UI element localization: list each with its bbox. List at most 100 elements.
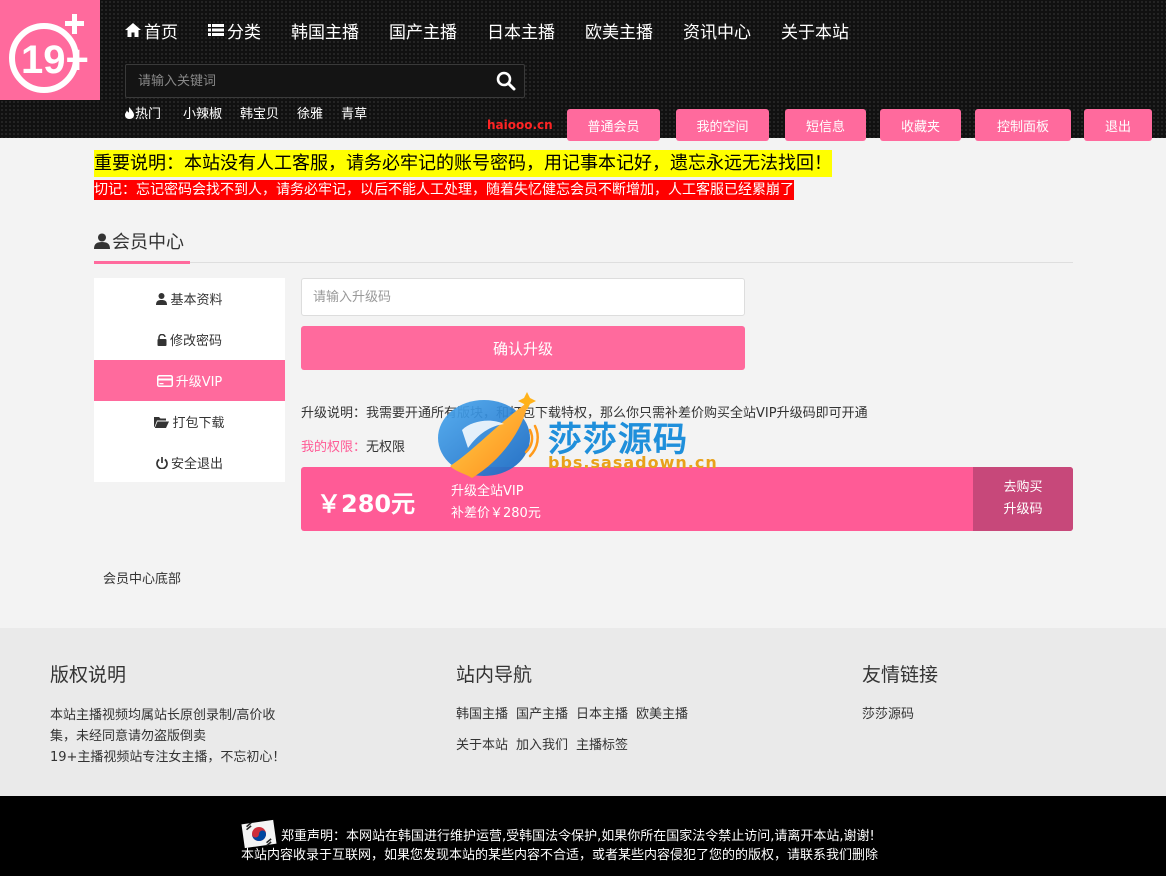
watermark-url: bbs.sasadown.cn: [548, 453, 718, 472]
sidebar-item-label: 打包下载: [172, 416, 225, 431]
nav-category-label: 分类: [227, 22, 261, 43]
title-divider: [94, 262, 1073, 263]
disclaimer-text-1: 郑重声明：本网站在韩国进行维护运营,受韩国法令保护,如果你所在国家法令禁止访问,…: [281, 828, 875, 844]
footer-link[interactable]: 主播标签: [576, 736, 628, 767]
sidebar-item-password[interactable]: 修改密码: [94, 319, 285, 360]
nav-korean[interactable]: 韩国主播: [291, 18, 359, 43]
site-footer: 版权说明 本站主播视频均属站长原创录制/高价收集，未经同意请勿盗版倒卖 19+主…: [0, 628, 1166, 796]
member-center-title-text: 会员中心: [112, 232, 184, 253]
permission-value: 无权限: [366, 440, 406, 455]
nav-category[interactable]: 分类: [208, 18, 261, 43]
regular-member-button[interactable]: 普通会员: [567, 109, 660, 141]
footer-friend-links: 友情链接 莎莎源码: [862, 660, 1132, 736]
confirm-upgrade-button[interactable]: 确认升级: [301, 326, 745, 370]
hot-tag[interactable]: 小辣椒: [183, 103, 222, 122]
user-icon: [94, 233, 110, 249]
disclaimer-bar: 郑重声明：本网站在韩国进行维护运营,受韩国法令保护,如果你所在国家法令禁止访问,…: [0, 796, 1166, 876]
sidebar-item-label: 修改密码: [169, 334, 222, 349]
control-panel-button[interactable]: 控制面板: [975, 109, 1071, 141]
nav-about-label: 关于本站: [781, 22, 849, 43]
nav-western-label: 欧美主播: [585, 22, 653, 43]
logo-text: 19+: [21, 38, 89, 82]
upgrade-code-input[interactable]: [301, 278, 745, 316]
member-sidebar: 基本资料 修改密码 升级VIP 打包下载 安全退出: [94, 278, 285, 482]
logo-19plus-icon: 19+: [9, 14, 89, 93]
user-icon: [156, 292, 168, 305]
vip-price-difference: 补差价￥280元: [451, 506, 541, 521]
buy-upgrade-code-button[interactable]: 去购买 升级码: [973, 467, 1073, 531]
nav-home-label: 首页: [144, 22, 178, 43]
messages-button[interactable]: 短信息: [785, 109, 866, 141]
footer-link[interactable]: 韩国主播: [456, 705, 508, 736]
nav-japanese[interactable]: 日本主播: [487, 18, 555, 43]
fire-icon: [125, 106, 134, 119]
sidebar-item-profile[interactable]: 基本资料: [94, 278, 285, 319]
home-icon: [125, 23, 141, 37]
footer-link[interactable]: 日本主播: [576, 705, 628, 736]
hot-tag[interactable]: 青草: [341, 103, 367, 122]
list-icon: [208, 24, 224, 36]
footer-friends-title: 友情链接: [862, 664, 939, 686]
sidebar-item-label: 安全退出: [170, 457, 223, 472]
hot-label-text: 热门: [135, 107, 162, 122]
folder-open-icon: [154, 416, 170, 428]
hot-tag[interactable]: 韩宝贝: [240, 103, 279, 122]
my-space-button[interactable]: 我的空间: [676, 109, 769, 141]
member-center-title: 会员中心: [94, 228, 184, 254]
nav-domestic[interactable]: 国产主播: [389, 18, 457, 43]
sidebar-item-label: 基本资料: [170, 293, 223, 308]
logout-button[interactable]: 退出: [1084, 109, 1152, 141]
buy-label-line2: 升级码: [1003, 502, 1043, 517]
site-header: 19+ 首页 分类 韩国主播 国产主播 日本主播 欧美主播 资讯中心 关于本站 …: [0, 0, 1166, 141]
site-watermark: 莎莎源码 bbs.sasadown.cn: [432, 390, 732, 480]
hot-tags: 热门 小辣椒 韩宝贝 徐雅 青草: [125, 103, 385, 122]
nav-about[interactable]: 关于本站: [781, 18, 849, 43]
search-icon[interactable]: [496, 71, 516, 95]
unlock-icon: [157, 333, 167, 346]
power-icon: [156, 456, 168, 469]
title-underline: [94, 261, 190, 264]
footer-site-nav: 站内导航 韩国主播 国产主播 日本主播 欧美主播 关于本站 加入我们 主播标签: [456, 660, 726, 767]
sidebar-item-upgrade-vip[interactable]: 升级VIP: [94, 360, 285, 401]
permission-label: 我的权限：: [301, 440, 367, 455]
search-box: [125, 64, 525, 98]
search-input[interactable]: [126, 65, 486, 97]
nav-japanese-label: 日本主播: [487, 22, 555, 43]
credit-card-icon: [156, 374, 173, 387]
warning-notice: 切记：忘记密码会找不到人，请务必牢记，以后不能人工处理，随着失忆健忘会员不断增加…: [94, 180, 794, 200]
favorites-button[interactable]: 收藏夹: [880, 109, 961, 141]
main-nav: 首页 分类 韩国主播 国产主播 日本主播 欧美主播 资讯中心 关于本站: [125, 18, 879, 43]
nav-korean-label: 韩国主播: [291, 22, 359, 43]
watermark-logo-icon: [438, 392, 539, 478]
sidebar-item-pack-download[interactable]: 打包下载: [94, 401, 285, 442]
footer-copyright-text-2: 19+主播视频站专注女主播，不忘初心！: [50, 750, 286, 765]
member-toolbar: 普通会员 我的空间 短信息 收藏夹 控制面板 退出: [567, 109, 1152, 141]
important-notice: 重要说明：本站没有人工客服，请务必牢记的账号密码，用记事本记好，遗忘永远无法找回…: [94, 150, 832, 177]
footer-nav-links: 韩国主播 国产主播 日本主播 欧美主播 关于本站 加入我们 主播标签: [456, 705, 726, 767]
footer-link[interactable]: 关于本站: [456, 736, 508, 767]
nav-western[interactable]: 欧美主播: [585, 18, 653, 43]
vip-price: ￥280元: [317, 490, 416, 518]
nav-home[interactable]: 首页: [125, 18, 178, 43]
footer-nav-title: 站内导航: [456, 664, 533, 686]
hot-tag[interactable]: 徐雅: [297, 103, 323, 122]
footer-link[interactable]: 欧美主播: [636, 705, 688, 736]
nav-domestic-label: 国产主播: [389, 22, 457, 43]
vip-plan-name: 升级全站VIP: [451, 484, 524, 499]
site-logo[interactable]: 19+: [0, 0, 100, 100]
footer-copyright-title: 版权说明: [50, 664, 127, 686]
friend-link[interactable]: 莎莎源码: [862, 705, 914, 736]
permission-row: 我的权限：无权限: [301, 436, 405, 455]
brand-watermark: haiooo.cn: [487, 118, 553, 132]
footer-copyright: 版权说明 本站主播视频均属站长原创录制/高价收集，未经同意请勿盗版倒卖 19+主…: [50, 660, 300, 768]
buy-label-line1: 去购买: [1003, 480, 1043, 495]
footer-link[interactable]: 加入我们: [516, 736, 568, 767]
nav-news[interactable]: 资讯中心: [683, 18, 751, 43]
nav-news-label: 资讯中心: [683, 22, 751, 43]
friend-links-list: 莎莎源码: [862, 705, 1132, 736]
member-center-footer-text: 会员中心底部: [103, 572, 182, 587]
sidebar-item-logout[interactable]: 安全退出: [94, 442, 285, 483]
footer-copyright-text: 本站主播视频均属站长原创录制/高价收集，未经同意请勿盗版倒卖: [50, 708, 276, 744]
footer-link[interactable]: 国产主播: [516, 705, 568, 736]
disclaimer-line-2: 本站内容收录于互联网，如果您发现本站的某些内容不合适，或者某些内容侵犯了您的的版…: [241, 848, 879, 863]
